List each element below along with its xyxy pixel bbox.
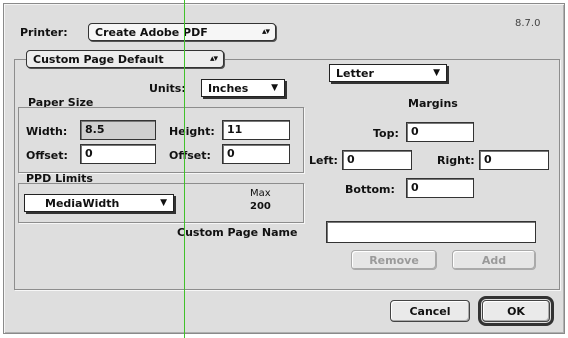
margins-title: Margins [408,97,458,110]
bottom-margin-field[interactable]: 0 [406,178,474,198]
page-default-popup[interactable]: Custom Page Default ▴▾ [26,50,224,68]
up-down-arrows-icon: ▴▾ [209,54,218,64]
printer-label: Printer: [20,26,68,39]
width-field[interactable]: 8.5 [80,120,156,140]
add-button[interactable]: Add [452,250,536,270]
page-default-value: Custom Page Default [33,52,164,66]
height-label: Height: [169,125,215,138]
printer-value: Create Adobe PDF [95,25,208,39]
left-label: Left: [309,154,338,167]
left-margin-field[interactable]: 0 [342,150,412,170]
guide-line [184,0,185,338]
width-label: Width: [26,125,68,138]
triangle-down-icon: ▼ [433,68,440,78]
offset-label: Offset: [26,149,68,162]
paper-name-value: Letter [336,66,374,80]
cancel-button[interactable]: Cancel [390,300,470,322]
paper-name-menu[interactable]: Letter ▼ [329,64,447,82]
max-label: Max [250,188,271,199]
ppd-limits-value: MediaWidth [45,196,120,210]
up-down-arrows-icon: ▴▾ [261,27,270,37]
top-label: Top: [373,127,399,140]
ok-button[interactable]: OK [478,296,554,326]
max-value: 200 [250,201,271,212]
triangle-down-icon: ▼ [160,198,167,208]
right-label: Right: [437,154,475,167]
top-margin-field[interactable]: 0 [406,122,474,142]
triangle-down-icon: ▼ [271,83,278,93]
offset-field[interactable]: 0 [222,144,290,164]
version-label: 8.7.0 [515,18,541,29]
offset-field[interactable]: 0 [80,144,156,164]
custom-page-name-field[interactable] [326,221,536,243]
units-label: Units: [149,82,186,95]
remove-button[interactable]: Remove [351,250,437,270]
right-margin-field[interactable]: 0 [479,150,549,170]
printer-popup[interactable]: Create Adobe PDF ▴▾ [88,23,276,41]
units-value: Inches [208,81,249,95]
units-menu[interactable]: Inches ▼ [201,79,285,97]
height-field[interactable]: 11 [222,120,290,140]
page-setup-dialog: Printer: Create Adobe PDF ▴▾ 8.7.0 Custo… [3,3,565,334]
offset-label: Offset: [169,149,211,162]
bottom-label: Bottom: [345,183,395,196]
custom-page-name-label: Custom Page Name [177,226,298,239]
ppd-limits-menu[interactable]: MediaWidth ▼ [24,194,174,212]
